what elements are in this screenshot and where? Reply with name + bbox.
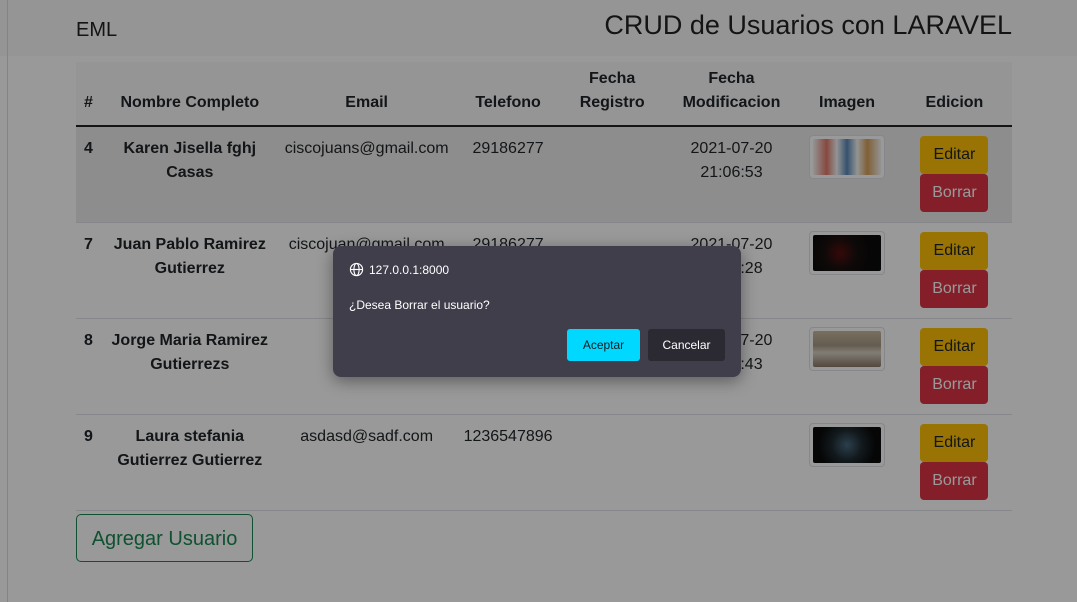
- dialog-origin: 127.0.0.1:8000: [349, 262, 449, 277]
- dialog-origin-text: 127.0.0.1:8000: [369, 262, 450, 277]
- globe-icon: [349, 262, 364, 277]
- dialog-message: ¿Desea Borrar el usuario?: [349, 298, 490, 312]
- dialog-ok-button[interactable]: Aceptar: [567, 329, 640, 361]
- confirm-dialog: 127.0.0.1:8000 ¿Desea Borrar el usuario?…: [333, 246, 741, 377]
- dialog-cancel-button[interactable]: Cancelar: [648, 329, 725, 361]
